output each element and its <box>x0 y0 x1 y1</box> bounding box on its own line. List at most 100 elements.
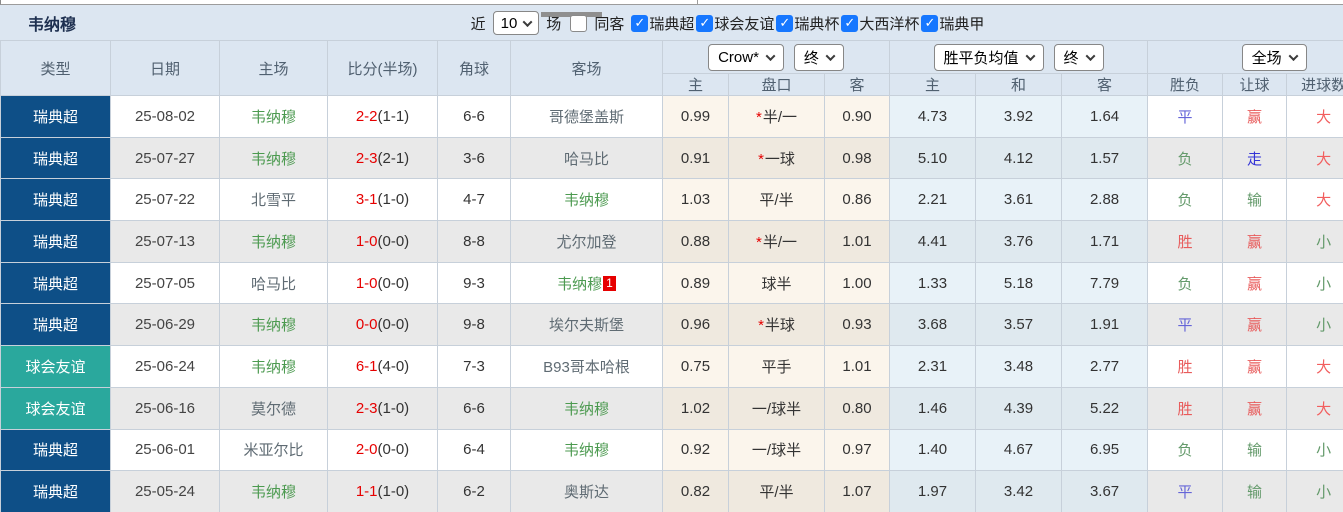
away-team-cell[interactable]: B93哥本哈根 <box>510 345 663 388</box>
league-filter-1[interactable]: ✓ 瑞典超 <box>631 13 694 34</box>
mean-away-odds-cell: 6.95 <box>1061 428 1149 472</box>
team-name: 尤尔加登 <box>556 233 617 251</box>
league-cell: 瑞典超 <box>0 303 111 347</box>
odds-time-select[interactable]: 终 <box>793 43 844 71</box>
handicap-line-cell: *半球 <box>728 303 825 347</box>
corners-cell: 6-4 <box>437 428 511 472</box>
half-time-score: (0-0) <box>377 274 410 292</box>
home-team-cell[interactable]: 哈马比 <box>219 261 328 305</box>
result-group: 全场 <box>1147 40 1343 74</box>
handicap-line-cell: *半/一 <box>728 220 825 263</box>
home-team-cell[interactable]: 莫尔德 <box>219 386 328 430</box>
mean-home-odds-cell: 4.41 <box>889 220 977 263</box>
score-cell: 3-1(1-0) <box>327 178 438 222</box>
corners-cell: 6-2 <box>437 470 511 512</box>
league-filter-3[interactable]: ✓ 瑞典杯 <box>776 13 839 34</box>
col-header-goals: 进球数 <box>1286 73 1343 96</box>
mean-away-odds-cell: 7.79 <box>1061 261 1149 305</box>
chevron-down-icon <box>1288 50 1299 61</box>
league-filter-5[interactable]: ✓ 瑞典甲 <box>921 13 984 34</box>
goals-result-cell: 小 <box>1286 261 1343 305</box>
handicap-result-cell: 输 <box>1222 178 1288 222</box>
table-row: 瑞典超 25-07-13 韦纳穆 1-0(0-0) 8-8 尤尔加登 0.88 … <box>0 220 1343 263</box>
handicap-star: * <box>755 108 762 126</box>
handicap-line-cell: 平/半 <box>728 178 825 222</box>
checkbox-icon[interactable]: ✓ <box>631 14 649 32</box>
mean-time-select[interactable]: 终 <box>1053 43 1104 71</box>
result-cell: 平 <box>1147 95 1224 138</box>
handicap-star: * <box>758 150 764 168</box>
col-header-date: 日期 <box>110 40 220 96</box>
red-card-badge: 1 <box>603 275 616 291</box>
half-time-score: (1-0) <box>377 191 410 209</box>
corners-cell: 6-6 <box>437 386 511 430</box>
handicap-result-cell: 赢 <box>1222 95 1288 138</box>
handicap-odds-away-cell: 0.93 <box>823 303 891 347</box>
mean-away-odds-cell: 3.67 <box>1061 470 1149 512</box>
mean-time-value: 终 <box>1063 49 1079 67</box>
handicap-result-cell: 输 <box>1222 470 1288 512</box>
away-team-cell[interactable]: 尤尔加登 <box>510 220 663 263</box>
league-filter-2[interactable]: ✓ 球会友谊 <box>696 13 774 34</box>
away-team-cell[interactable]: 韦纳穆 <box>510 386 663 430</box>
handicap-odds-away-cell: 1.07 <box>823 470 891 512</box>
handicap-odds-home-cell: 0.96 <box>662 303 729 347</box>
home-team-cell[interactable]: 韦纳穆 <box>219 95 328 138</box>
away-team-cell[interactable]: 韦纳穆 1 <box>510 261 663 305</box>
final-score: 1-0 <box>355 274 378 292</box>
same-opponent-checkbox[interactable] <box>570 14 588 32</box>
table-row: 瑞典超 25-06-29 韦纳穆 0-0(0-0) 9-8 埃尔夫斯堡 0.96… <box>0 303 1343 347</box>
half-time-score: (1-0) <box>377 483 410 501</box>
home-team-cell[interactable]: 韦纳穆 <box>219 345 328 388</box>
recent-count-select[interactable]: 10 <box>492 11 540 35</box>
home-team-cell[interactable]: 韦纳穆 <box>219 136 328 180</box>
table-row: 瑞典超 25-07-22 北雪平 3-1(1-0) 4-7 韦纳穆 1.03 平… <box>0 178 1343 222</box>
home-team-cell[interactable]: 米亚尔比 <box>219 428 328 472</box>
score-cell: 1-0(0-0) <box>327 220 438 263</box>
team-name: 米亚尔比 <box>243 442 304 460</box>
handicap-result-cell: 走 <box>1222 136 1288 180</box>
away-team-cell[interactable]: 哈马比 <box>510 136 663 180</box>
mean-draw-odds-cell: 3.92 <box>975 95 1063 138</box>
mean-type-select[interactable]: 胜平负均值 <box>933 43 1044 71</box>
date-cell: 25-07-13 <box>110 220 220 263</box>
checkbox-icon[interactable]: ✓ <box>776 14 794 32</box>
checkbox-icon[interactable]: ✓ <box>696 14 714 32</box>
checkbox-icon[interactable]: ✓ <box>921 14 939 32</box>
table-row: 瑞典超 25-08-02 韦纳穆 2-2(1-1) 6-6 哥德堡盖斯 0.99… <box>0 95 1343 138</box>
table-row: 球会友谊 25-06-24 韦纳穆 6-1(4-0) 7-3 B93哥本哈根 0… <box>0 345 1343 388</box>
league-cell: 瑞典超 <box>0 178 111 222</box>
goals-result-cell: 大 <box>1286 95 1343 138</box>
result-cell: 平 <box>1147 470 1224 512</box>
home-team-cell[interactable]: 韦纳穆 <box>219 303 328 347</box>
league-cell: 瑞典超 <box>0 470 111 512</box>
result-scope-select[interactable]: 全场 <box>1241 43 1307 71</box>
corners-cell: 3-6 <box>437 136 511 180</box>
same-opponent-filter[interactable]: 同客 <box>570 13 624 34</box>
home-team-cell[interactable]: 韦纳穆 <box>219 220 328 263</box>
league-cell: 瑞典超 <box>0 428 111 472</box>
result-cell: 胜 <box>1147 345 1224 388</box>
chevron-down-icon <box>522 16 533 27</box>
corners-cell: 7-3 <box>437 345 511 388</box>
league-filter-label: 球会友谊 <box>714 15 775 33</box>
away-team-cell[interactable]: 韦纳穆 <box>510 178 663 222</box>
league-filter-4[interactable]: ✓ 大西洋杯 <box>841 13 919 34</box>
half-time-score: (1-1) <box>377 107 410 125</box>
away-team-cell[interactable]: 韦纳穆 <box>510 428 663 472</box>
odds-company-select[interactable]: Crow* <box>708 43 784 71</box>
checkbox-icon[interactable]: ✓ <box>841 14 859 32</box>
corners-cell: 8-8 <box>437 220 511 263</box>
away-team-cell[interactable]: 奥斯达 <box>510 470 663 512</box>
result-cell: 负 <box>1147 428 1224 472</box>
away-team-cell[interactable]: 哥德堡盖斯 <box>510 95 663 138</box>
final-score: 2-0 <box>355 441 378 459</box>
home-team-cell[interactable]: 韦纳穆 <box>219 470 328 512</box>
away-team-cell[interactable]: 埃尔夫斯堡 <box>510 303 663 347</box>
final-score: 2-2 <box>355 107 378 125</box>
league-cell: 瑞典超 <box>0 261 111 305</box>
home-team-cell[interactable]: 北雪平 <box>219 178 328 222</box>
goals-result-cell: 小 <box>1286 220 1343 263</box>
result-cell: 负 <box>1147 261 1224 305</box>
team-name: 韦纳穆 <box>557 275 603 293</box>
